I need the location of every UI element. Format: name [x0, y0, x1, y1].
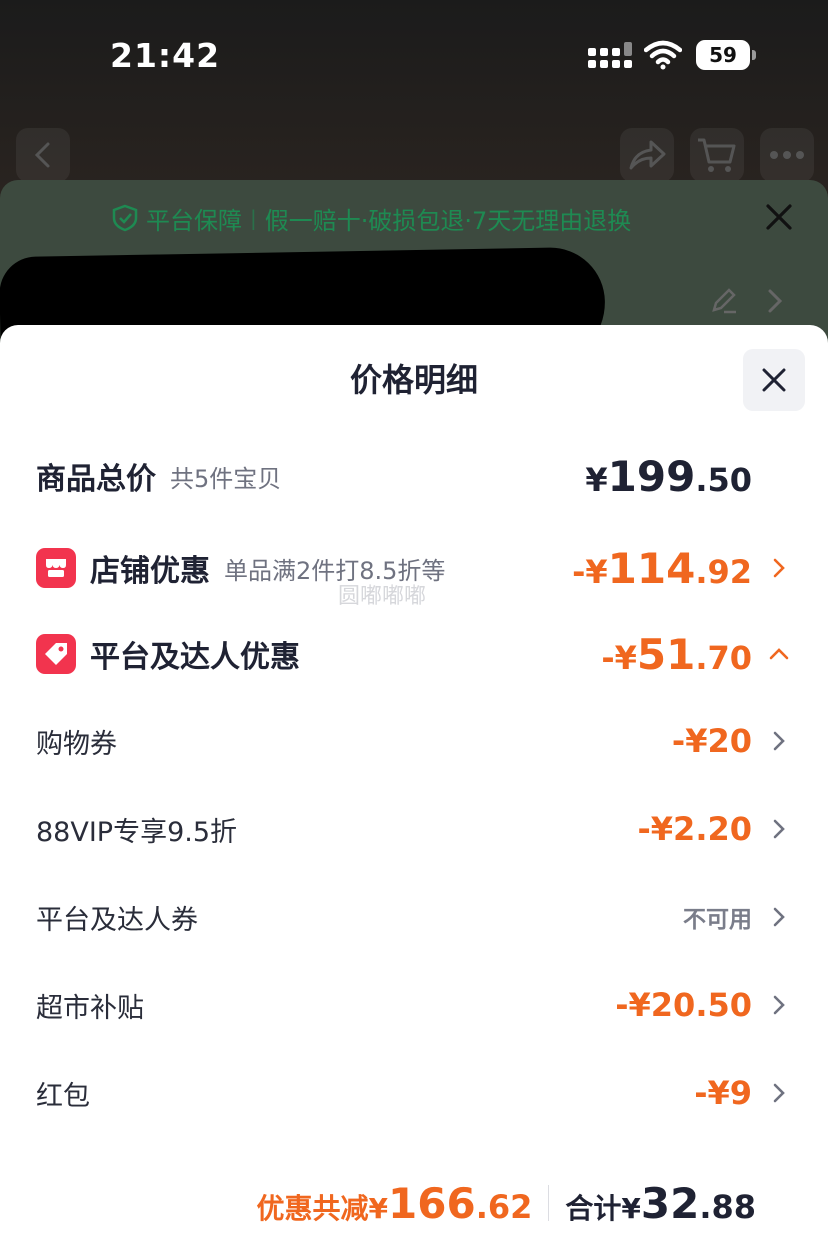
chevron-right-icon [762, 812, 796, 846]
supermarket-subsidy-label: 超市补贴 [36, 992, 144, 1024]
chevron-right-icon [762, 988, 796, 1022]
platform-discount-amount: -¥ 51 .70 [601, 630, 752, 679]
chevron-right-icon [762, 1076, 796, 1110]
more-button[interactable] [760, 128, 814, 182]
shield-check-icon [112, 204, 138, 232]
coupon-label: 购物券 [36, 728, 117, 760]
supermarket-subsidy-row[interactable]: 超市补贴 -¥20.50 [36, 983, 796, 1027]
guarantee-detail: 假一赔十·破损包退·7天无理由退换 [264, 206, 632, 235]
total-goods-count: 共5件宝贝 [170, 464, 282, 493]
currency-symbol: -¥ [601, 638, 637, 677]
total-goods-label: 商品总价 [36, 462, 156, 497]
price-decimal: .70 [695, 638, 752, 677]
platform-coupon-row[interactable]: 平台及达人券 不可用 [36, 895, 796, 939]
red-packet-amount: -¥9 [694, 1074, 752, 1112]
store-icon [36, 548, 76, 588]
price-integer: 51 [636, 629, 696, 679]
share-icon [629, 140, 666, 170]
total-goods-row: 商品总价 共5件宝贝 ¥ 199 .50 [36, 451, 796, 501]
price-decimal: .92 [695, 552, 752, 591]
total-integer: 32 [640, 1178, 700, 1228]
store-discount-label: 店铺优惠 [90, 554, 210, 589]
coupon-amount: -¥20 [671, 722, 752, 760]
vip-discount-row[interactable]: 88VIP专享9.5折 -¥2.20 [36, 807, 796, 851]
chevron-right-icon [762, 900, 796, 934]
platform-coupon-label: 平台及达人券 [36, 904, 198, 936]
store-discount-amount: -¥ 114 .92 [572, 544, 752, 593]
back-button[interactable] [16, 128, 70, 182]
guarantee-title: 平台保障 [146, 206, 242, 235]
share-button[interactable] [620, 128, 674, 182]
platform-discount-label: 平台及达人优惠 [90, 640, 300, 675]
chevron-right-icon [762, 724, 796, 758]
status-bar: 21:42 59 [0, 0, 828, 110]
currency-symbol: ¥ [585, 460, 608, 499]
saving-label: 优惠共减¥ [256, 1191, 389, 1225]
wifi-icon [644, 40, 682, 70]
price-decimal: .50 [695, 460, 752, 499]
total-saving: 优惠共减¥ 166 .62 [257, 1179, 533, 1228]
chevron-up-icon [762, 637, 796, 671]
edit-icon [712, 288, 736, 314]
guarantee-separator: | [250, 206, 257, 230]
summary-divider [548, 1185, 550, 1221]
guarantee-banner: 平台保障 | 假一赔十·破损包退·7天无理由退换 [112, 200, 752, 236]
watermark: 圆嘟嘟嘟 [338, 584, 427, 609]
chevron-right-icon [768, 289, 783, 313]
more-icon [770, 151, 804, 159]
cellular-signal-icon [588, 42, 632, 68]
platform-coupon-status: 不可用 [683, 907, 752, 933]
price-detail-sheet: 价格明细 商品总价 共5件宝贝 ¥ 199 .50 店铺优惠 单品满2件打8.5… [0, 325, 828, 1247]
sheet-close-button[interactable] [743, 349, 805, 411]
chevron-left-icon [34, 142, 50, 168]
supermarket-subsidy-amount: -¥20.50 [615, 986, 752, 1024]
status-time: 21:42 [110, 36, 221, 75]
chevron-right-icon [762, 551, 796, 585]
vip-discount-amount: -¥2.20 [637, 810, 753, 848]
total-label: 合计¥ [565, 1191, 641, 1225]
price-summary: 优惠共减¥ 166 .62 合计¥ 32 .88 [0, 1173, 828, 1233]
tag-icon [36, 634, 76, 674]
cart-icon [698, 138, 736, 172]
close-icon [762, 368, 786, 392]
platform-discount-row[interactable]: 平台及达人优惠 -¥ 51 .70 [36, 627, 796, 681]
saving-decimal: .62 [475, 1187, 533, 1226]
coupon-row[interactable]: 购物券 -¥20 [36, 719, 796, 763]
grand-total: 合计¥ 32 .88 [565, 1179, 756, 1228]
total-decimal: .88 [699, 1187, 756, 1226]
battery-indicator: 59 [696, 40, 756, 70]
guarantee-close-icon[interactable] [762, 200, 796, 234]
total-goods-price: ¥ 199 .50 [585, 452, 752, 501]
red-packet-row[interactable]: 红包 -¥9 [36, 1071, 796, 1115]
cart-button[interactable] [690, 128, 744, 182]
price-integer: 199 [607, 451, 696, 501]
currency-symbol: -¥ [572, 552, 608, 591]
saving-integer: 166 [388, 1178, 476, 1228]
sheet-title: 价格明细 [349, 361, 478, 399]
price-integer: 114 [607, 543, 696, 593]
red-packet-label: 红包 [36, 1080, 90, 1112]
vip-discount-label: 88VIP专享9.5折 [36, 816, 238, 848]
